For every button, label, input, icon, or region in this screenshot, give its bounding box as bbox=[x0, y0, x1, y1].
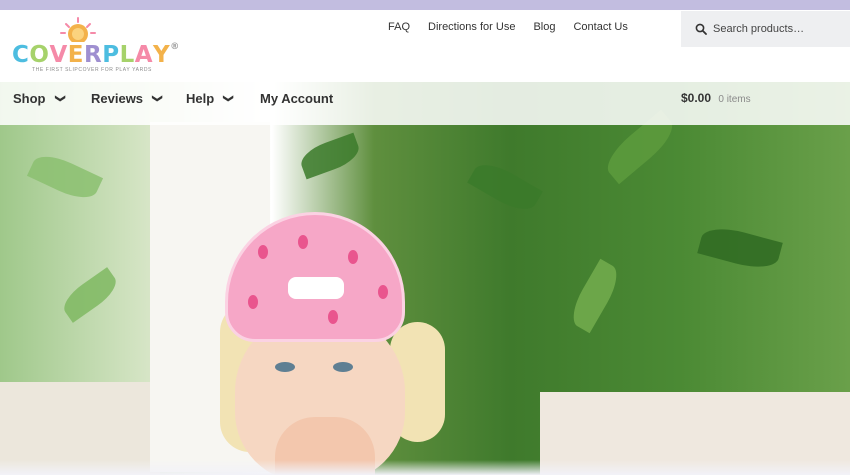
link-faq[interactable]: FAQ bbox=[388, 21, 410, 33]
chevron-down-icon: ❯ bbox=[222, 94, 234, 103]
link-directions-for-use[interactable]: Directions for Use bbox=[428, 21, 515, 33]
secondary-navigation: FAQ Directions for Use Blog Contact Us bbox=[388, 21, 628, 33]
child-hat bbox=[225, 212, 405, 342]
logo-letter: P bbox=[102, 42, 120, 68]
chevron-down-icon: ❯ bbox=[151, 94, 163, 103]
nav-item-label: Shop bbox=[13, 91, 46, 106]
nav-item-label: Reviews bbox=[91, 91, 144, 106]
hero-child bbox=[215, 212, 455, 475]
chevron-down-icon: ❯ bbox=[54, 94, 66, 103]
search-icon[interactable] bbox=[695, 23, 707, 35]
hero-bottom-fade bbox=[0, 460, 850, 475]
nav-item-shop[interactable]: Shop ❯ bbox=[13, 91, 66, 106]
sun-icon bbox=[60, 17, 96, 42]
logo-tagline: THE FIRST SLIPCOVER FOR PLAY YARDS bbox=[32, 67, 152, 73]
logo-letter: Y bbox=[153, 42, 171, 68]
hero-leaf bbox=[697, 222, 783, 274]
logo-letter: C bbox=[12, 42, 30, 68]
cart-amount: $0.00 bbox=[681, 91, 712, 105]
child-eye bbox=[333, 362, 353, 372]
hero-leaf bbox=[297, 132, 363, 180]
cart-summary[interactable]: $0.00 0 items bbox=[681, 91, 751, 105]
site-header: COVERPLAY® THE FIRST SLIPCOVER FOR PLAY … bbox=[0, 10, 850, 82]
nav-item-help[interactable]: Help ❯ bbox=[186, 91, 234, 106]
nav-item-reviews[interactable]: Reviews ❯ bbox=[91, 91, 163, 106]
nav-item-label: My Account bbox=[260, 91, 334, 106]
hat-bow bbox=[288, 277, 344, 299]
link-contact-us[interactable]: Contact Us bbox=[573, 21, 627, 33]
logo-letter: R bbox=[83, 42, 103, 68]
child-eye bbox=[275, 362, 295, 372]
registered-mark: ® bbox=[170, 42, 180, 52]
logo-letter: O bbox=[29, 42, 50, 68]
hero-leaf bbox=[467, 156, 543, 218]
top-accent-strip bbox=[0, 0, 850, 10]
primary-navigation: Shop ❯ Reviews ❯ Help ❯ My Account $0.00… bbox=[0, 82, 850, 125]
search-input[interactable] bbox=[713, 23, 843, 35]
logo-letter: L bbox=[119, 42, 135, 68]
logo-letter: V bbox=[49, 42, 68, 68]
logo-letter: A bbox=[134, 42, 154, 68]
nav-item-label: Help bbox=[186, 91, 215, 106]
cart-item-count: 0 items bbox=[718, 94, 751, 105]
hero-image bbox=[0, 82, 850, 475]
hero-leaf bbox=[26, 148, 104, 206]
logo-wordmark: COVERPLAY® bbox=[12, 42, 180, 68]
nav-item-my-account[interactable]: My Account bbox=[260, 91, 333, 106]
logo-letter: E bbox=[67, 42, 84, 68]
hero-leaf bbox=[57, 267, 123, 323]
hero-leaf bbox=[565, 258, 625, 334]
link-blog[interactable]: Blog bbox=[533, 21, 555, 33]
search-bar bbox=[681, 11, 850, 47]
site-logo[interactable]: COVERPLAY® THE FIRST SLIPCOVER FOR PLAY … bbox=[12, 16, 179, 76]
